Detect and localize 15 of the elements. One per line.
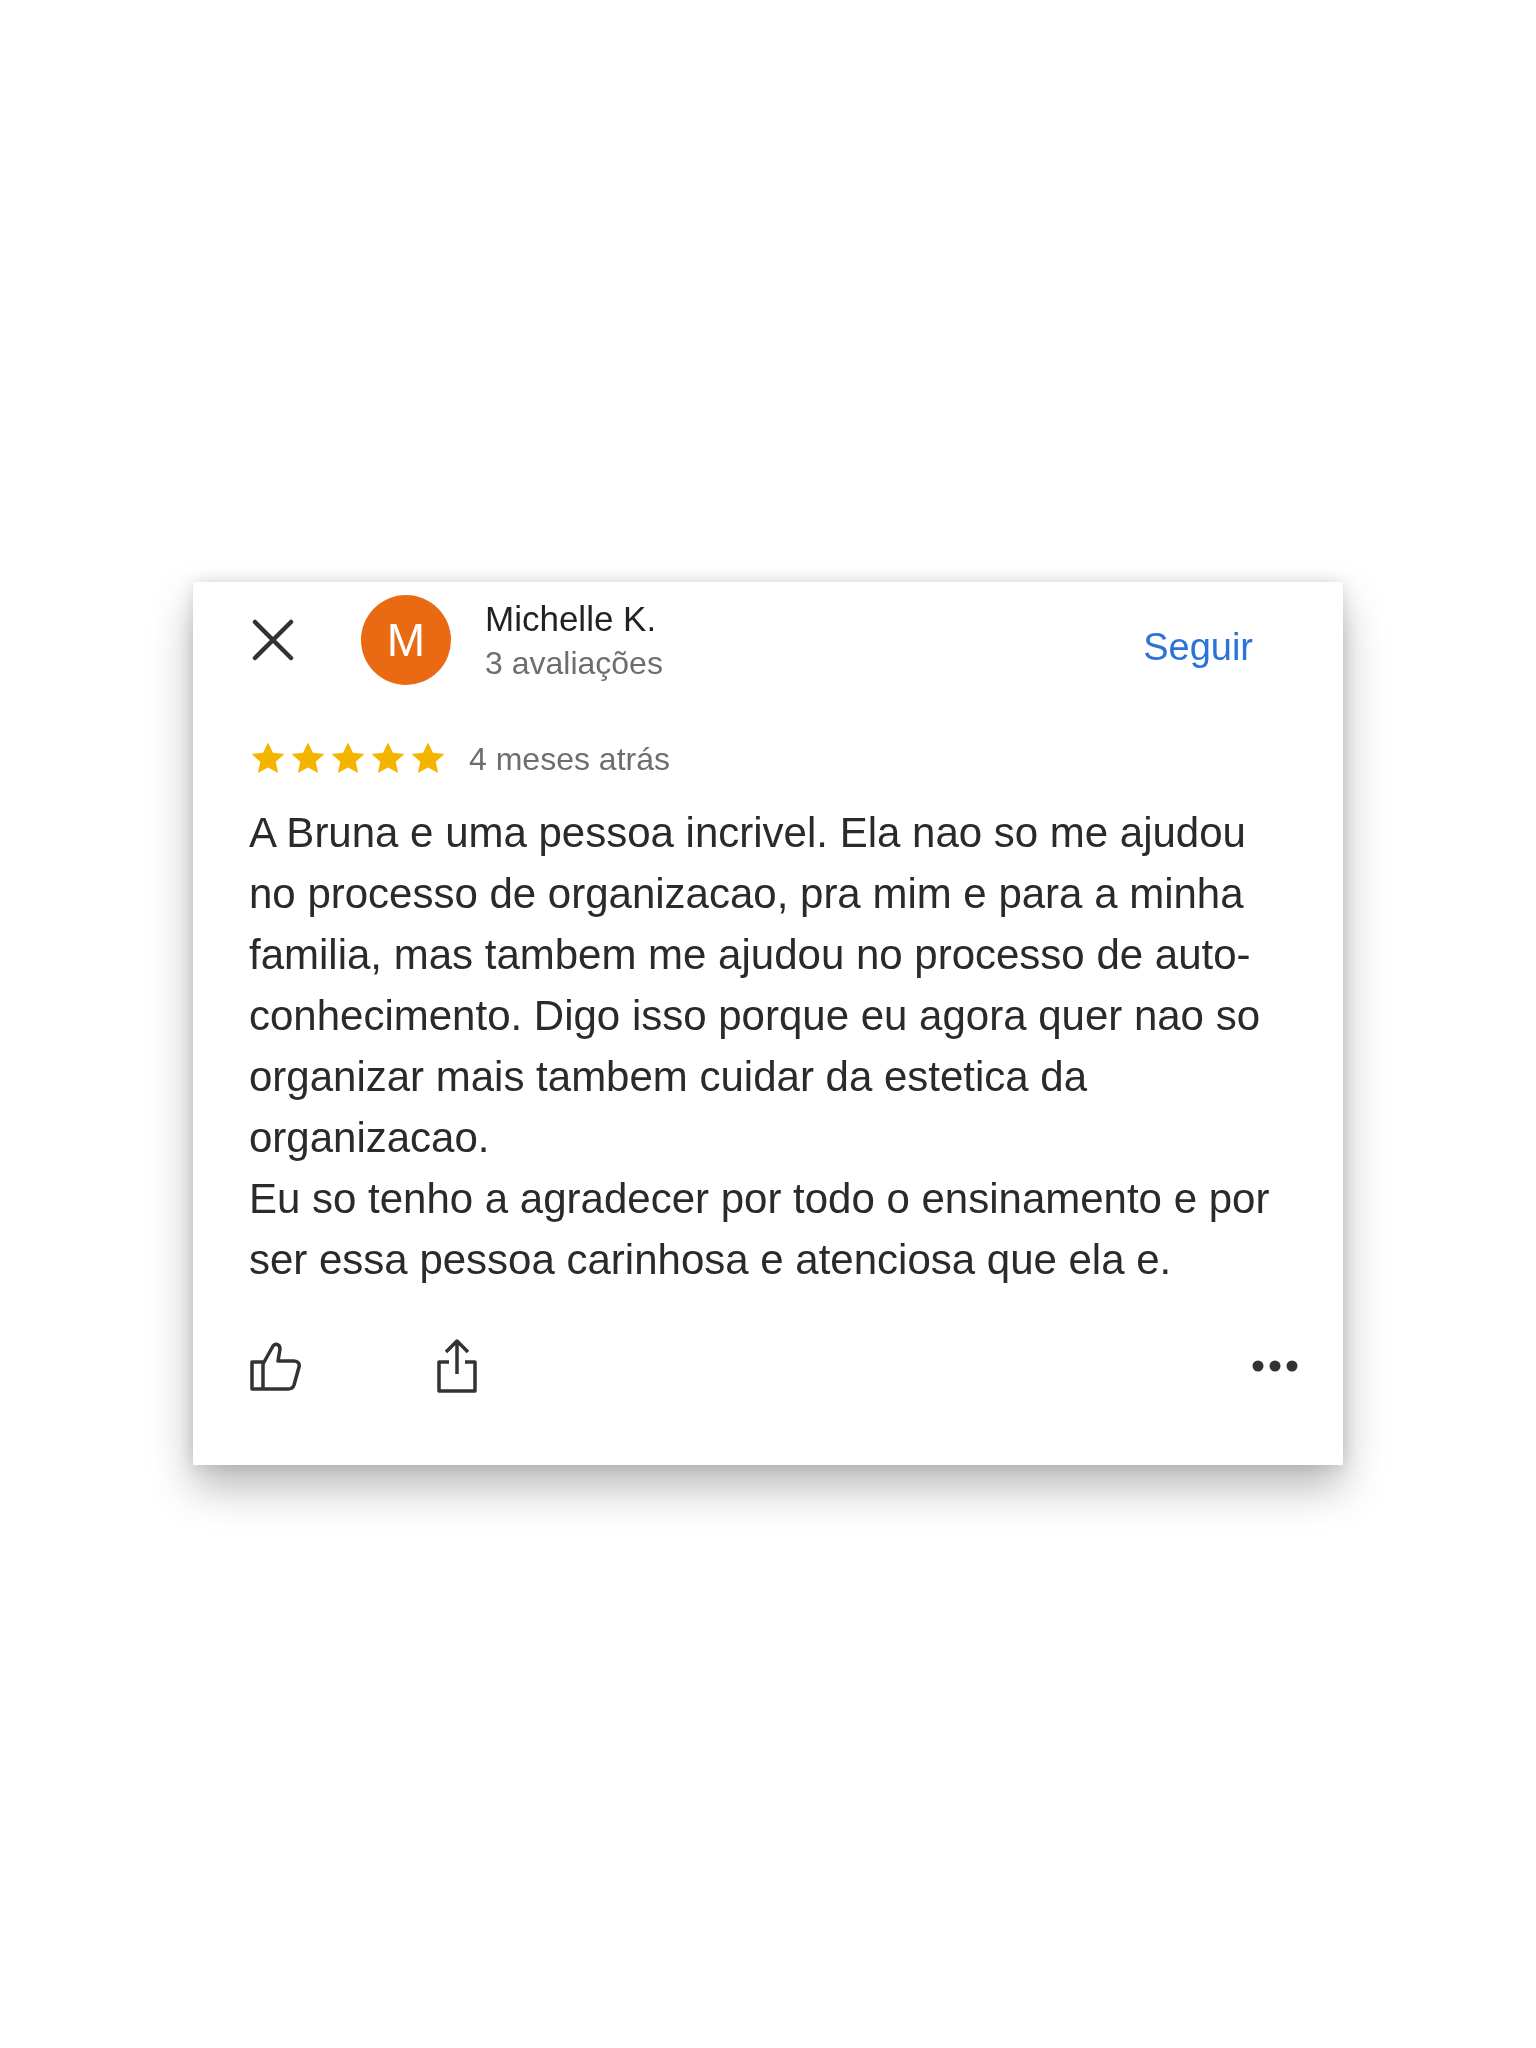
more-options-button[interactable] (1251, 1359, 1299, 1373)
more-icon (1251, 1359, 1299, 1373)
review-text: A Bruna e uma pessoa incrivel. Ela nao so me ajudou no processo de organizacao, pra mim e para a minha familia, mas tambem me ajudou no processo de auto-conhecimento. Digo isso porque eu agora quer nao so organizar mais tambem cuidar da estetica da organizacao. (249, 808, 1261, 1163)
review-text: Eu so tenho a agradecer por todo o ensinamento e por ser essa pessoa carinhosa e atenciosa que ela e. (249, 1174, 1271, 1285)
close-icon (251, 618, 295, 662)
share-button[interactable] (435, 1338, 479, 1394)
follow-button[interactable]: Seguir (1137, 621, 1259, 673)
close-button[interactable] (251, 618, 295, 662)
like-button[interactable] (249, 1340, 303, 1392)
avatar: M (361, 595, 451, 685)
review-count: 3 avaliações (485, 644, 664, 682)
review-time: 4 meses atrás (469, 740, 670, 778)
reviewer-name: Michelle K. (485, 598, 658, 639)
thumbs-up-icon (249, 1340, 303, 1392)
share-icon (435, 1338, 479, 1394)
